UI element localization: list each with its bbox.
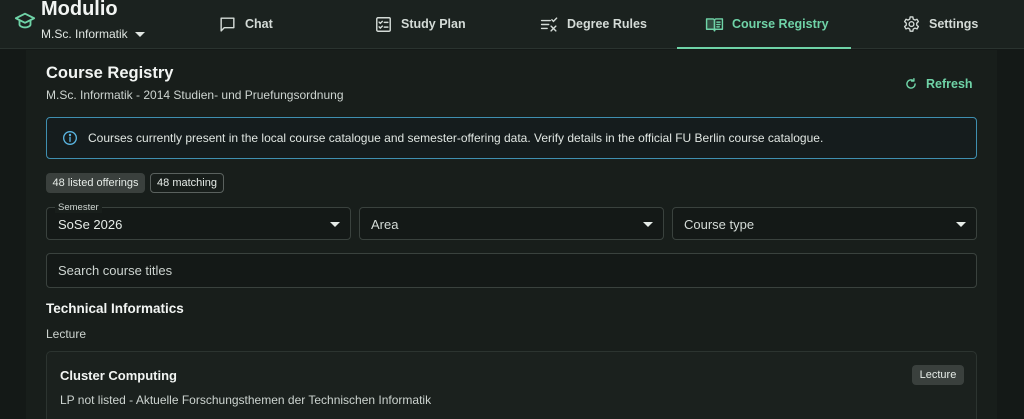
course-type-select-placeholder: Course type [684,217,755,232]
tab-chat[interactable]: Chat [218,0,273,48]
tab-settings[interactable]: Settings [902,0,978,48]
semester-select[interactable]: Semester SoSe 2026 [46,202,351,240]
page-title: Course Registry [46,64,174,82]
graduation-cap-icon [14,12,36,29]
area-select-placeholder: Area [371,217,399,232]
chat-icon [220,16,235,32]
program-label: M.Sc. Informatik [41,27,128,41]
tab-study-plan[interactable]: Study Plan [374,0,466,48]
course-meta: LP not listed - Aktuelle Forschungstheme… [60,393,432,407]
info-icon [63,131,77,145]
tab-degree-rules-label: Degree Rules [567,17,647,31]
gear-icon [903,15,920,32]
tab-chat-label: Chat [245,17,273,31]
search-input[interactable] [46,253,977,288]
chevron-down-icon [643,222,653,227]
tab-degree-rules[interactable]: Degree Rules [540,0,647,48]
chevron-down-icon [956,222,966,227]
listed-offerings-badge: 48 listed offerings [46,173,145,193]
chevron-down-icon [134,31,145,37]
program-selector[interactable]: M.Sc. Informatik [41,26,161,42]
app-title: Modulio [41,0,118,20]
tab-course-registry-label: Course Registry [732,17,829,31]
book-icon [705,17,724,32]
rules-icon [540,16,558,32]
matching-count-badge: 48 matching [150,173,224,193]
active-tab-indicator [677,47,851,49]
tab-study-plan-label: Study Plan [401,17,466,31]
page-subtitle: M.Sc. Informatik - 2014 Studien- und Pru… [46,88,344,102]
chevron-down-icon [330,222,340,227]
course-title: Cluster Computing [60,368,177,383]
course-type-group-heading: Lecture [46,327,87,341]
checklist-icon [376,16,391,32]
info-text: Courses currently present in the local c… [88,131,824,145]
course-card[interactable]: Cluster Computing LP not listed - Aktuel… [46,351,977,419]
tab-settings-label: Settings [929,17,979,31]
refresh-icon [906,78,916,89]
refresh-label: Refresh [926,77,973,91]
refresh-button[interactable]: Refresh [896,71,980,97]
tab-course-registry[interactable]: Course Registry [705,0,829,48]
area-select[interactable]: Area [359,207,664,240]
area-group-heading: Technical Informatics [46,301,184,316]
course-type-badge: Lecture [912,365,964,385]
semester-select-value: SoSe 2026 [58,217,123,232]
semester-select-label: Semester [55,202,102,213]
course-type-select[interactable]: Course type [672,207,977,240]
info-alert: Courses currently present in the local c… [46,117,977,159]
top-navigation-bar: Modulio M.Sc. Informatik Chat Study Plan [0,0,1024,49]
